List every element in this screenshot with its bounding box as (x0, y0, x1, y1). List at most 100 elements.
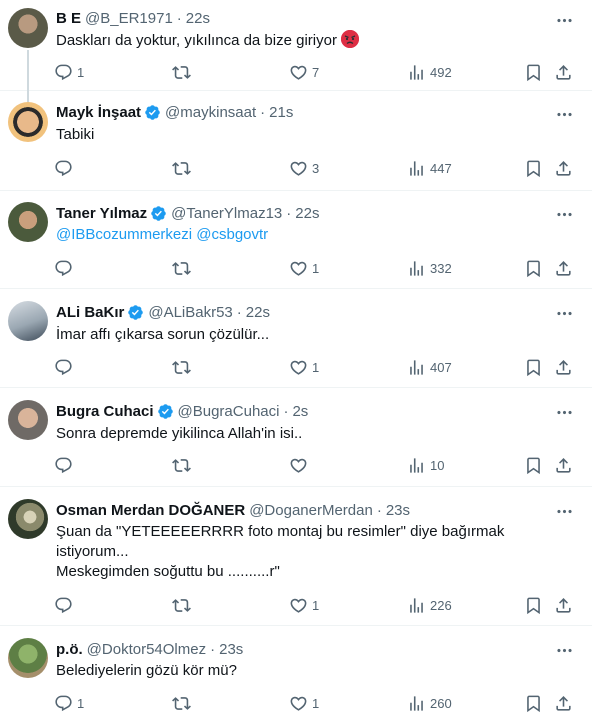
bookmark-button[interactable] (524, 593, 543, 617)
like-button[interactable]: 1 (289, 256, 319, 280)
bookmark-button[interactable] (524, 60, 543, 84)
timestamp[interactable]: 22s (186, 10, 210, 27)
tweet-actions: 3 447 (48, 156, 588, 180)
share-button[interactable] (554, 593, 573, 617)
avatar[interactable] (8, 499, 48, 539)
repost-button[interactable] (172, 593, 195, 617)
timestamp[interactable]: 2s (292, 403, 308, 420)
reply-button[interactable]: 1 (54, 691, 84, 715)
share-button[interactable] (554, 60, 573, 84)
views-icon (407, 63, 426, 82)
tweet-text: Sonra depremde yikilinca Allah'in isi.. (56, 425, 303, 442)
reply-button[interactable] (54, 355, 77, 379)
bookmark-icon (524, 596, 543, 615)
share-button[interactable] (554, 453, 573, 477)
author-name[interactable]: Bugra Cuhaci (56, 403, 154, 420)
author-name[interactable]: ALi BaKır (56, 304, 124, 321)
tweet-text: İmar affı çıkarsa sorun çözülür... (56, 326, 270, 343)
author-handle[interactable]: @maykinsaat (165, 104, 256, 121)
share-button[interactable] (554, 355, 573, 379)
share-icon (554, 63, 573, 82)
bookmark-button[interactable] (524, 256, 543, 280)
author-name[interactable]: Osman Merdan DOĞANER (56, 502, 245, 519)
author-handle[interactable]: @BugraCuhaci (178, 403, 280, 420)
more-icon[interactable] (554, 640, 574, 660)
views-button[interactable]: 260 (407, 691, 452, 715)
views-button[interactable]: 492 (407, 60, 452, 84)
author-handle[interactable]: @Doktor54Olmez (87, 641, 206, 658)
more-icon[interactable] (554, 402, 574, 422)
bookmark-button[interactable] (524, 691, 543, 715)
tweet[interactable]: B E @B_ER1971 · 22s Daskları da yoktur, … (0, 0, 592, 110)
like-button[interactable]: 1 (289, 593, 319, 617)
tweet[interactable]: p.ö. @Doktor54Olmez · 23s Belediyelerin … (0, 627, 592, 717)
share-button[interactable] (554, 256, 573, 280)
reply-button[interactable]: 1 (54, 60, 84, 84)
timestamp[interactable]: 21s (269, 104, 293, 121)
more-icon[interactable] (554, 204, 574, 224)
like-button[interactable]: 3 (289, 156, 319, 180)
bookmark-button[interactable] (524, 355, 543, 379)
timestamp[interactable]: 22s (246, 304, 270, 321)
like-button[interactable]: 1 (289, 691, 319, 715)
views-button[interactable]: 226 (407, 593, 452, 617)
author-handle[interactable]: @DoganerMerdan (249, 502, 373, 519)
author-handle[interactable]: @B_ER1971 (85, 10, 173, 27)
repost-button[interactable] (172, 256, 195, 280)
views-button[interactable]: 10 (407, 453, 444, 477)
repost-button[interactable] (172, 60, 195, 84)
author-name[interactable]: Taner Yılmaz (56, 205, 147, 222)
tweet-actions: 10 (48, 453, 588, 477)
repost-icon (172, 259, 191, 278)
repost-button[interactable] (172, 355, 195, 379)
author-handle[interactable]: @ALiBakr53 (148, 304, 232, 321)
author-name[interactable]: Mayk İnşaat (56, 104, 141, 121)
tweet-header: Taner Yılmaz @TanerYlmaz13 · 22s (56, 203, 319, 223)
tweet-text: Şuan da "YETEEEEERRRR foto montaj bu res… (56, 522, 504, 582)
tweet[interactable]: ALi BaKır @ALiBakr53 · 22s İmar affı çık… (0, 290, 592, 388)
author-name[interactable]: p.ö. (56, 641, 83, 658)
share-button[interactable] (554, 691, 573, 715)
tweet[interactable]: Mayk İnşaat @maykinsaat · 21s Tabiki 3 4… (0, 94, 592, 191)
repost-button[interactable] (172, 156, 195, 180)
timestamp[interactable]: 22s (295, 205, 319, 222)
avatar[interactable] (8, 102, 48, 142)
like-button[interactable]: 1 (289, 355, 319, 379)
more-icon[interactable] (554, 10, 574, 30)
views-button[interactable]: 447 (407, 156, 452, 180)
views-button[interactable]: 332 (407, 256, 452, 280)
avatar[interactable] (8, 8, 48, 48)
tweet[interactable]: Osman Merdan DOĞANER @DoganerMerdan · 23… (0, 488, 592, 626)
more-icon[interactable] (554, 303, 574, 323)
repost-button[interactable] (172, 691, 195, 715)
tweet-actions: 1 1 260 (48, 691, 588, 715)
reply-button[interactable] (54, 256, 77, 280)
more-icon[interactable] (554, 104, 574, 124)
avatar[interactable] (8, 400, 48, 440)
reply-button[interactable] (54, 593, 77, 617)
mention-link[interactable]: @IBBcozummerkezi @csbgovtr (56, 226, 268, 243)
share-button[interactable] (554, 156, 573, 180)
like-button[interactable] (289, 453, 312, 477)
tweet[interactable]: Taner Yılmaz @TanerYlmaz13 · 22s @IBBcoz… (0, 192, 592, 289)
share-icon (554, 159, 573, 178)
like-count: 1 (312, 260, 320, 276)
avatar[interactable] (8, 202, 48, 242)
bookmark-button[interactable] (524, 453, 543, 477)
tweet[interactable]: Bugra Cuhaci @BugraCuhaci · 2s Sonra dep… (0, 389, 592, 487)
bookmark-icon (524, 159, 543, 178)
like-button[interactable]: 7 (289, 60, 319, 84)
bookmark-button[interactable] (524, 156, 543, 180)
avatar[interactable] (8, 638, 48, 678)
timestamp[interactable]: 23s (386, 502, 410, 519)
avatar[interactable] (8, 301, 48, 341)
reply-button[interactable] (54, 156, 77, 180)
views-button[interactable]: 407 (407, 355, 452, 379)
more-icon[interactable] (554, 501, 574, 521)
repost-button[interactable] (172, 453, 195, 477)
repost-icon (172, 596, 191, 615)
reply-button[interactable] (54, 453, 77, 477)
timestamp[interactable]: 23s (219, 641, 243, 658)
author-name[interactable]: B E (56, 10, 81, 27)
author-handle[interactable]: @TanerYlmaz13 (171, 205, 282, 222)
